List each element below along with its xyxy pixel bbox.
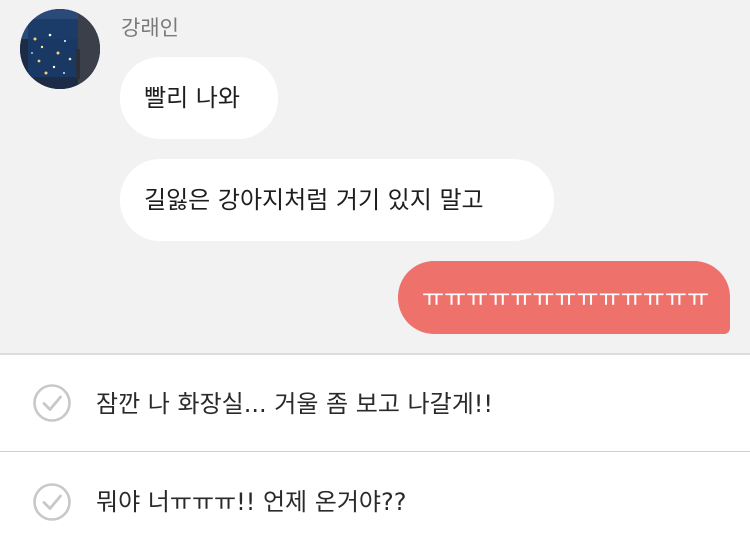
- chat-area: 강래인 빨리 나와 길잃은 강아지처럼 거기 있지 말고 ㅠㅠㅠㅠㅠㅠㅠㅠㅠㅠㅠ…: [0, 0, 750, 353]
- reply-option-text: 뭐야 너ㅠㅠㅠ!! 언제 온거야??: [96, 488, 407, 516]
- incoming-message-bubble: 길잃은 강아지처럼 거기 있지 말고: [120, 159, 554, 241]
- avatar-image: [20, 9, 100, 89]
- message-text: 길잃은 강아지처럼 거기 있지 말고: [144, 186, 484, 214]
- reply-option-2[interactable]: 뭐야 너ㅠㅠㅠ!! 언제 온거야??: [0, 452, 750, 548]
- message-text: 빨리 나와: [144, 84, 240, 112]
- check-circle-icon: [33, 384, 71, 422]
- sender-name: 강래인: [121, 16, 179, 40]
- outgoing-message-bubble: ㅠㅠㅠㅠㅠㅠㅠㅠㅠㅠㅠㅠㅠ: [398, 261, 730, 334]
- message-text: ㅠㅠㅠㅠㅠㅠㅠㅠㅠㅠㅠㅠㅠ: [422, 284, 710, 312]
- sender-avatar[interactable]: [20, 9, 100, 89]
- reply-option-1[interactable]: 잠깐 나 화장실... 거울 좀 보고 나갈게!!: [0, 355, 750, 451]
- incoming-message-bubble: 빨리 나와: [120, 57, 278, 139]
- check-circle-icon: [33, 483, 71, 521]
- reply-option-text: 잠깐 나 화장실... 거울 좀 보고 나갈게!!: [96, 390, 494, 418]
